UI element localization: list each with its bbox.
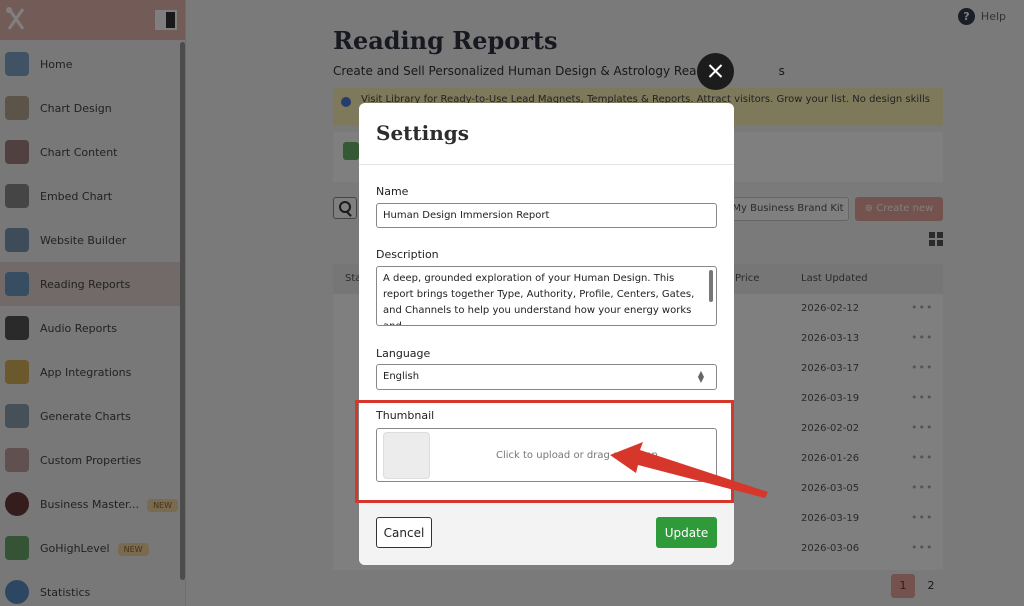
annotation-arrow-icon <box>610 442 768 498</box>
